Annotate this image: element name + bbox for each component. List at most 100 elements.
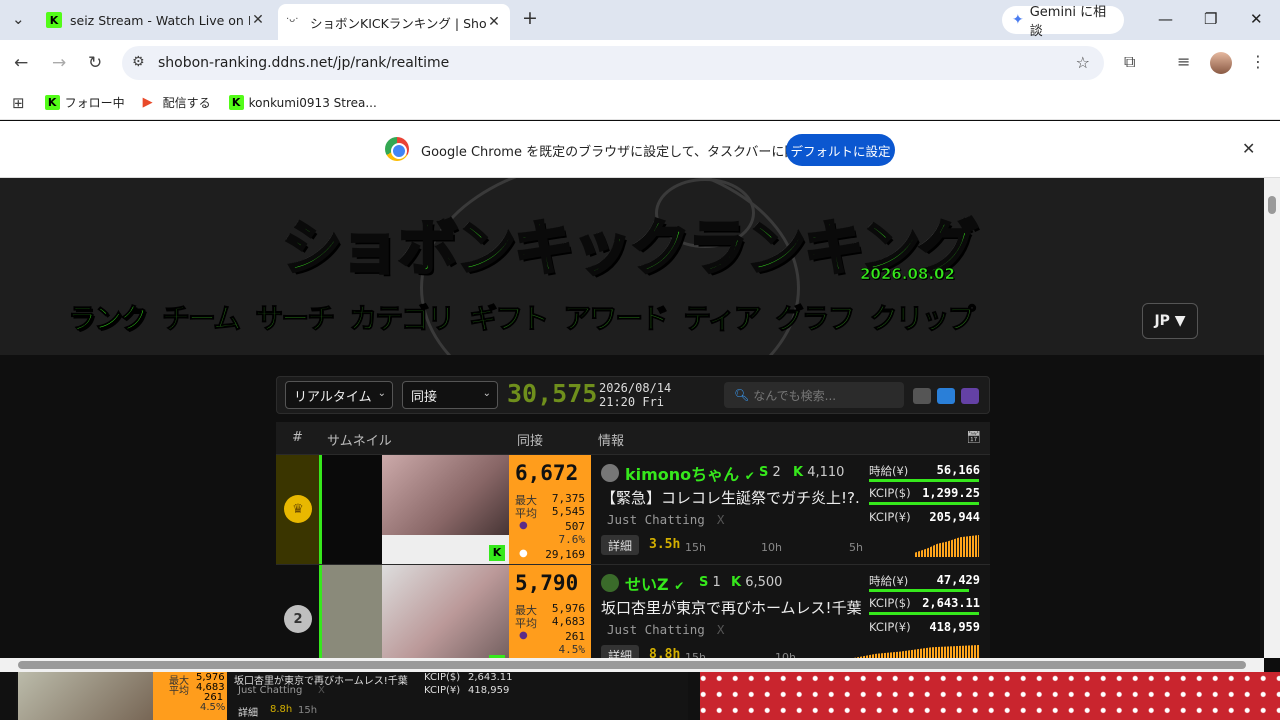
close-infobar-icon[interactable]: ✕ <box>1242 139 1255 158</box>
stream-category[interactable]: Just Chatting X <box>607 622 724 637</box>
platform-youtube-icon[interactable] <box>937 388 955 404</box>
kick-favicon-icon: K <box>228 95 244 110</box>
timeline-tick: 15h <box>685 541 706 554</box>
stream-thumbnail[interactable]: K <box>319 455 509 565</box>
stream-info: せいZ ✔ S 1 K 6,500 坂口杏里が東京で再びホームレス!千葉 Jus… <box>591 565 990 658</box>
thumb-cam <box>382 565 509 658</box>
close-window-icon[interactable]: ✕ <box>1250 10 1263 28</box>
tab-title: seiz Stream - Watch Live on Kick <box>70 12 250 28</box>
back-icon[interactable]: ← <box>14 53 28 73</box>
horizontal-scrollbar[interactable] <box>0 658 1264 672</box>
s-count: S 2 <box>759 465 781 480</box>
nav-gift[interactable]: ギフト <box>469 302 550 336</box>
scroll-thumb[interactable] <box>18 661 1246 669</box>
tab-kick-stream[interactable]: K seiz Stream - Watch Live on Kick ✕ <box>38 4 274 36</box>
x-link[interactable]: X <box>717 512 725 527</box>
platform-twitch-icon[interactable] <box>961 388 979 404</box>
pip-kcip-jpy: 418,959 <box>468 685 510 696</box>
search-input[interactable]: 🔍︎ なんでも検索... <box>724 382 904 408</box>
gemini-button[interactable]: ✦ Gemini に相談 <box>1002 5 1124 39</box>
platform-kick-icon[interactable] <box>913 388 931 404</box>
vertical-scrollbar[interactable] <box>1264 178 1280 658</box>
tab-search-chevron-icon[interactable]: ⌄ <box>12 10 25 28</box>
kcip-usd-bar <box>869 502 979 505</box>
detail-button[interactable]: 詳細 <box>601 535 639 555</box>
metric-select[interactable]: 同接 ⌄ <box>402 381 498 409</box>
stream-info: kimonoちゃん ✔ S 2 K 4,110 【緊急】コレコレ生誕祭でガチ炎上… <box>591 455 990 565</box>
restore-icon[interactable]: ❐ <box>1204 10 1217 28</box>
nav-search[interactable]: サーチ <box>255 302 336 336</box>
bookmark-star-icon[interactable]: ☆ <box>1076 53 1090 72</box>
extensions-icon[interactable]: ⧉ <box>1124 52 1135 72</box>
col-thumbnail: サムネイル <box>327 434 392 449</box>
streamer-name[interactable]: kimonoちゃん ✔ <box>625 461 755 485</box>
nav-category[interactable]: カテゴリ <box>349 302 456 336</box>
close-tab-icon[interactable]: ✕ <box>486 14 502 30</box>
kick-favicon-icon: K <box>44 95 60 110</box>
timeline-tick: 10h <box>775 651 796 658</box>
table-row[interactable]: 2 K 5,790 最大 5,976 平均 4,683 ● 261 4.5% せ… <box>276 564 990 658</box>
x-link[interactable]: X <box>717 622 725 637</box>
tab-shobon-ranking[interactable]: ·ᴗ· ショボンKICKランキング | Shobon Kick ✕ <box>278 4 510 40</box>
video-window[interactable] <box>700 672 1280 720</box>
nav-clip[interactable]: クリップ <box>869 302 976 336</box>
total-viewers: 30,575 <box>507 379 598 408</box>
site-nav: ランク チーム サーチ カテゴリ ギフト アワード ティア グラフ クリップ <box>67 302 990 336</box>
kcip-jpy-value: 418,959 <box>929 620 980 634</box>
kcip-usd-value: 1,299.25 <box>922 486 980 500</box>
stream-thumbnail[interactable]: K <box>319 565 509 658</box>
profile-avatar[interactable] <box>1210 52 1232 74</box>
s-count: S 1 <box>699 575 721 590</box>
nav-team[interactable]: チーム <box>162 302 242 336</box>
k-count: K 4,110 <box>793 465 844 480</box>
subs-percent: 7.6% <box>558 533 586 546</box>
nav-tier[interactable]: ティア <box>683 302 762 336</box>
s-count-value: 1 <box>712 575 721 590</box>
pip-thumbnail <box>18 672 153 720</box>
minimize-icon[interactable]: — <box>1158 10 1173 28</box>
stream-category[interactable]: Just Chatting X <box>607 512 724 527</box>
secondary-window[interactable]: 最大 5,976 平均 4,683 261 4.5% 坂口杏里が東京で再びホーム… <box>16 672 688 720</box>
scroll-thumb[interactable] <box>1268 196 1276 214</box>
bookmark-stream[interactable]: ▶ 配信する <box>143 94 211 111</box>
nav-rank[interactable]: ランク <box>67 302 148 336</box>
close-tab-icon[interactable]: ✕ <box>250 12 266 28</box>
reload-icon[interactable]: ↻ <box>88 53 102 73</box>
forward-icon[interactable]: → <box>52 53 66 73</box>
new-tab-button[interactable]: + <box>522 7 538 29</box>
calendar-icon[interactable]: 📅︎ <box>966 430 981 444</box>
stream-title[interactable]: 【緊急】コレコレ生誕祭でガチ炎上!?... <box>601 487 861 508</box>
gemini-sparkle-icon: ✦ <box>1012 12 1024 28</box>
address-bar[interactable]: ⚙ shobon-ranking.ddns.net/jp/rank/realti… <box>122 46 1104 80</box>
media-queue-icon[interactable]: ≡ <box>1177 52 1190 71</box>
bookmark-following[interactable]: K フォロー中 <box>44 94 125 111</box>
s-icon: S <box>759 465 769 480</box>
bookmark-konkumi[interactable]: K konkumi0913 Strea... <box>228 95 377 110</box>
datetime: 2026/08/14 21:20 Fri <box>599 381 671 409</box>
menu-kebab-icon[interactable]: ⋮ <box>1250 52 1266 71</box>
streamer-avatar[interactable] <box>601 464 619 482</box>
site-settings-icon[interactable]: ⚙ <box>132 54 145 70</box>
background-windows: 最大 5,976 平均 4,683 261 4.5% 坂口杏里が東京で再びホーム… <box>0 672 1280 720</box>
bookmarks-bar: ⊞ K フォロー中 ▶ 配信する K konkumi0913 Strea... <box>0 86 1280 120</box>
mode-select[interactable]: リアルタイム ⌄ <box>285 381 393 409</box>
language-select[interactable]: JP ▼ <box>1142 303 1198 339</box>
avg-label: 平均 <box>515 617 537 630</box>
kcip-usd-value: 2,643.11 <box>922 596 980 610</box>
verified-icon: ✔ <box>674 579 685 593</box>
verified-icon: ✔ <box>744 469 755 483</box>
search-icon: 🔍︎ <box>734 388 750 402</box>
nav-graph[interactable]: グラフ <box>775 302 856 336</box>
apps-grid-icon[interactable]: ⊞ <box>12 94 25 112</box>
set-default-button[interactable]: デフォルトに設定 <box>786 134 895 166</box>
tab-bar: ⌄ K seiz Stream - Watch Live on Kick ✕ ·… <box>0 0 1280 40</box>
stream-title[interactable]: 坂口杏里が東京で再びホームレス!千葉 <box>601 597 861 618</box>
streamer-name[interactable]: せいZ ✔ <box>625 571 684 595</box>
detail-button[interactable]: 詳細 <box>601 645 639 658</box>
rank-badge: 2 <box>284 605 312 633</box>
subs-count: 507 <box>565 520 585 533</box>
table-row[interactable]: ♛ K 6,672 最大 7,375 平均 5,545 ● 507 7.6% ●… <box>276 454 990 565</box>
thumb-cam <box>382 455 509 535</box>
nav-award[interactable]: アワード <box>563 302 670 336</box>
streamer-avatar[interactable] <box>601 574 619 592</box>
